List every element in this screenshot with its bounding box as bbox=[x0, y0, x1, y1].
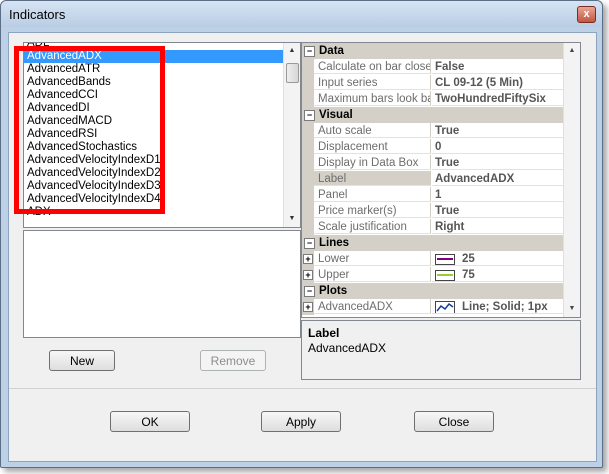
property-grid[interactable]: − Data Calculate on bar close False Input se… bbox=[301, 42, 581, 318]
property-row[interactable]: + AdvancedADX Line; Solid; 1px bbox=[302, 299, 564, 315]
close-window-button[interactable]: x bbox=[577, 6, 596, 23]
property-row[interactable]: Label AdvancedADX bbox=[302, 171, 564, 187]
property-name: Upper bbox=[314, 267, 431, 282]
property-value[interactable]: 25 bbox=[432, 251, 564, 266]
category-label: Data bbox=[319, 45, 344, 57]
property-value[interactable]: True bbox=[432, 155, 564, 170]
expand-icon[interactable]: + bbox=[303, 270, 313, 280]
property-row[interactable]: Input series CL 09-12 (5 Min) bbox=[302, 75, 564, 91]
property-row[interactable]: Price marker(s) True bbox=[302, 203, 564, 219]
property-value[interactable]: False bbox=[432, 59, 564, 74]
property-row[interactable]: Auto scale True bbox=[302, 123, 564, 139]
property-name: Price marker(s) bbox=[314, 203, 431, 218]
line-value: 25 bbox=[462, 253, 475, 265]
collapse-icon[interactable]: − bbox=[304, 46, 315, 57]
swatch-line bbox=[437, 258, 453, 260]
row-gutter bbox=[302, 171, 314, 187]
property-value[interactable]: Line; Solid; 1px bbox=[432, 299, 564, 314]
property-value[interactable]: Right bbox=[432, 219, 564, 234]
property-name: Maximum bars look ba bbox=[314, 91, 431, 106]
property-name: Calculate on bar close bbox=[314, 59, 431, 74]
window-title: Indicators bbox=[9, 7, 66, 22]
category-lines[interactable]: − Lines bbox=[302, 235, 564, 251]
ok-button[interactable]: OK bbox=[110, 411, 190, 432]
category-label: Visual bbox=[319, 109, 353, 121]
line-plot-icon bbox=[435, 301, 455, 313]
category-visual[interactable]: − Visual bbox=[302, 107, 564, 123]
indicators-dialog: Indicators x ADL AdvancedADX AdvancedATR Ad… bbox=[0, 0, 603, 468]
row-gutter bbox=[302, 75, 314, 91]
title-bar[interactable]: Indicators x bbox=[1, 1, 602, 27]
swatch-line bbox=[437, 274, 453, 276]
description-title: Label bbox=[308, 326, 340, 340]
property-description-panel: Label AdvancedADX bbox=[301, 320, 581, 380]
description-text: AdvancedADX bbox=[308, 341, 387, 355]
property-name: Auto scale bbox=[314, 123, 431, 138]
collapse-icon[interactable]: − bbox=[304, 238, 315, 249]
row-gutter bbox=[302, 219, 314, 235]
property-value[interactable]: TwoHundredFiftySix bbox=[432, 91, 564, 106]
line-color-swatch bbox=[435, 270, 455, 281]
scroll-down-icon[interactable]: ▼ bbox=[284, 211, 300, 227]
property-name: Display in Data Box bbox=[314, 155, 431, 170]
collapse-icon[interactable]: − bbox=[304, 110, 315, 121]
property-value[interactable]: 1 bbox=[432, 187, 564, 202]
remove-button[interactable]: Remove bbox=[200, 350, 266, 371]
property-value[interactable]: 0 bbox=[432, 139, 564, 154]
scroll-up-icon[interactable]: ▲ bbox=[284, 43, 300, 59]
dialog-body: ADL AdvancedADX AdvancedATR AdvancedBands Ad… bbox=[8, 32, 597, 462]
divider bbox=[9, 388, 596, 389]
property-row[interactable]: + Lower 25 bbox=[302, 251, 564, 267]
property-row[interactable]: Display in Data Box True bbox=[302, 155, 564, 171]
line-color-swatch bbox=[435, 254, 455, 265]
property-name: Label bbox=[314, 171, 431, 186]
close-button[interactable]: Close bbox=[414, 411, 494, 432]
line-value: 75 bbox=[462, 269, 475, 281]
property-row[interactable]: Scale justification Right bbox=[302, 219, 564, 235]
close-icon: x bbox=[583, 8, 590, 20]
apply-button[interactable]: Apply bbox=[261, 411, 341, 432]
property-name: Input series bbox=[314, 75, 431, 90]
property-value[interactable]: True bbox=[432, 203, 564, 218]
indicator-list-scrollbar[interactable]: ▲ ▼ bbox=[283, 43, 300, 227]
scroll-down-icon[interactable]: ▼ bbox=[564, 301, 580, 317]
category-label: Lines bbox=[319, 237, 350, 249]
property-name: AdvancedADX bbox=[314, 299, 431, 314]
expand-icon[interactable]: + bbox=[303, 302, 313, 312]
property-row[interactable]: Displacement 0 bbox=[302, 139, 564, 155]
new-button[interactable]: New bbox=[49, 350, 115, 371]
category-label: Plots bbox=[319, 285, 348, 297]
property-grid-scrollbar[interactable]: ▲ ▼ bbox=[563, 43, 580, 317]
property-name: Scale justification bbox=[314, 219, 431, 234]
property-value[interactable]: 75 bbox=[432, 267, 564, 282]
scroll-thumb[interactable] bbox=[286, 63, 299, 83]
scroll-up-icon[interactable]: ▲ bbox=[564, 43, 580, 59]
property-row[interactable]: Calculate on bar close False bbox=[302, 59, 564, 75]
expand-icon[interactable]: + bbox=[303, 254, 313, 264]
applied-indicators-panel[interactable] bbox=[23, 230, 301, 338]
property-row[interactable]: Maximum bars look ba TwoHundredFiftySix bbox=[302, 91, 564, 107]
property-name: Displacement bbox=[314, 139, 431, 154]
row-gutter bbox=[302, 59, 314, 75]
property-value[interactable]: CL 09-12 (5 Min) bbox=[432, 75, 564, 90]
collapse-icon[interactable]: − bbox=[304, 286, 315, 297]
red-highlight-annotation bbox=[14, 46, 165, 214]
property-name: Lower bbox=[314, 251, 431, 266]
row-gutter bbox=[302, 187, 314, 203]
property-name: Panel bbox=[314, 187, 431, 202]
row-gutter bbox=[302, 91, 314, 107]
row-gutter bbox=[302, 203, 314, 219]
category-plots[interactable]: − Plots bbox=[302, 283, 564, 299]
plot-value: Line; Solid; 1px bbox=[462, 301, 548, 313]
property-row[interactable]: + Upper 75 bbox=[302, 267, 564, 283]
row-gutter bbox=[302, 123, 314, 139]
property-row[interactable]: Panel 1 bbox=[302, 187, 564, 203]
property-value[interactable]: True bbox=[432, 123, 564, 138]
row-gutter bbox=[302, 139, 314, 155]
row-gutter bbox=[302, 155, 314, 171]
property-value[interactable]: AdvancedADX bbox=[432, 171, 564, 186]
category-data[interactable]: − Data bbox=[302, 43, 564, 59]
property-grid-rows: − Data Calculate on bar close False Input se… bbox=[302, 43, 564, 317]
